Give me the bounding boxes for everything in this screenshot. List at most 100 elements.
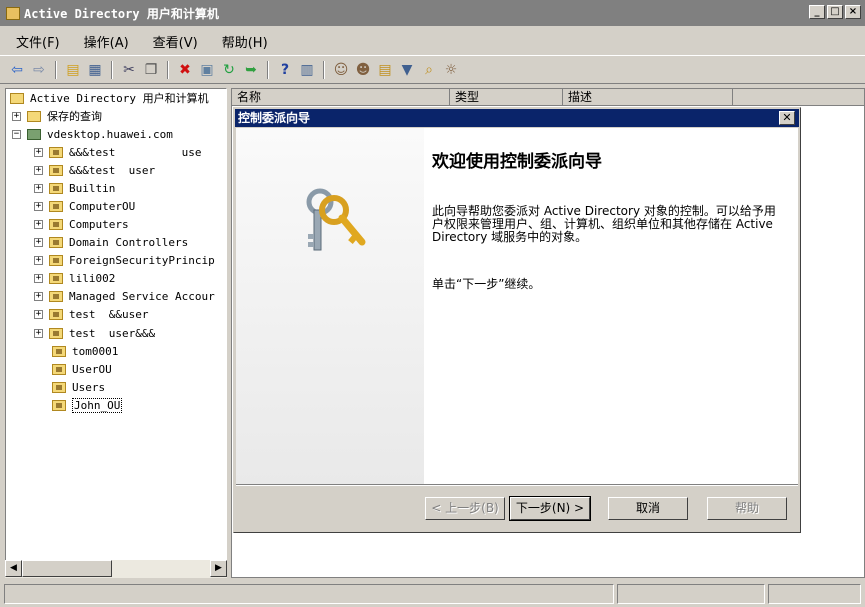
column-header-blank: [733, 89, 864, 106]
dialog-title: 控制委派向导: [238, 111, 311, 125]
delete-icon[interactable]: ✖: [176, 61, 194, 79]
delegate-icon[interactable]: ☼: [442, 61, 460, 79]
wizard-hint: 单击“下一步”继续。: [432, 277, 541, 291]
tree-ou-item[interactable]: John_OU: [52, 396, 123, 414]
expand-icon[interactable]: +: [34, 201, 43, 211]
minimize-button[interactable]: _: [809, 5, 825, 19]
window-title: Active Directory 用户和计算机: [24, 6, 219, 21]
tree-saved-queries-label: 保存的查询: [47, 110, 102, 123]
keys-icon: [306, 188, 366, 251]
new-user-icon[interactable]: ☺: [332, 61, 350, 79]
scroll-left-icon[interactable]: ◀: [5, 560, 22, 577]
expand-icon[interactable]: +: [34, 274, 43, 284]
close-button[interactable]: ×: [845, 5, 861, 19]
expand-icon[interactable]: +: [34, 256, 43, 266]
wizard-heading: 欢迎使用控制委派向导: [432, 152, 602, 172]
tree-ou-label: ComputerOU: [69, 199, 136, 213]
help-button[interactable]: 帮助: [707, 497, 787, 520]
tree-ou-item[interactable]: + &&&test user: [34, 161, 155, 179]
tree-ou-item[interactable]: Users: [52, 378, 105, 396]
refresh-icon[interactable]: ↻: [220, 61, 238, 79]
menu-action[interactable]: 操作(A): [68, 32, 137, 51]
dialog-separator: [236, 484, 798, 486]
up-folder-icon[interactable]: ▤: [64, 61, 82, 79]
tree-ou-label: Computers: [69, 217, 129, 231]
copy-icon[interactable]: ❐: [142, 61, 160, 79]
tree-ou-item[interactable]: + Computers: [34, 215, 129, 233]
ou-folder-icon: [49, 218, 63, 230]
tree-domain-label: vdesktop.huawei.com: [47, 127, 173, 141]
tree-ou-item[interactable]: + test user&&&: [34, 324, 155, 342]
maximize-button[interactable]: □: [827, 5, 843, 19]
console-tree-icon[interactable]: ▦: [86, 61, 104, 79]
cancel-button[interactable]: 取消: [608, 497, 688, 520]
tree-domain[interactable]: − vdesktop.huawei.com: [12, 125, 173, 143]
expand-icon[interactable]: +: [34, 219, 43, 229]
next-button[interactable]: 下一步(N) >: [509, 496, 591, 521]
collapse-icon[interactable]: −: [12, 129, 21, 139]
new-ou-icon[interactable]: ▤: [376, 61, 394, 79]
expand-icon[interactable]: +: [34, 147, 43, 157]
export-icon[interactable]: ➥: [242, 61, 260, 79]
scroll-right-icon[interactable]: ▶: [210, 560, 227, 577]
tree-ou-label: test &&user: [69, 308, 149, 322]
ou-folder-icon: [52, 381, 66, 393]
column-header-type[interactable]: 类型: [450, 89, 563, 106]
menu-help[interactable]: 帮助(H): [206, 32, 276, 51]
tree-ou-item[interactable]: tom0001: [52, 342, 118, 360]
menu-file[interactable]: 文件(F): [0, 32, 68, 51]
tree-ou-item[interactable]: + Domain Controllers: [34, 234, 188, 252]
expand-icon[interactable]: +: [34, 238, 43, 247]
properties-icon[interactable]: ▣: [198, 61, 216, 79]
tree-saved-queries[interactable]: + 保存的查询: [12, 107, 102, 125]
back-button[interactable]: < 上一步(B): [425, 497, 505, 520]
find-icon[interactable]: ⌕: [420, 61, 438, 79]
toolbar: ⇦ ⇨ ▤ ▦ ✂ ❐ ✖ ▣ ↻ ➥ ? ▥ ☺ ☻ ▤ ▼ ⌕ ☼: [0, 55, 865, 84]
ou-folder-icon: [49, 291, 63, 303]
menu-bar: 文件(F) 操作(A) 查看(V) 帮助(H): [0, 30, 865, 52]
tree-ou-label: lili002: [69, 272, 116, 286]
tree-ou-label: ForeignSecurityPrincip: [69, 254, 215, 268]
expand-icon[interactable]: +: [34, 183, 43, 193]
tree-ou-label: John_OU: [72, 397, 123, 413]
ou-folder-icon: [49, 237, 63, 248]
ou-folder-icon: [52, 345, 66, 357]
tree-ou-item[interactable]: UserOU: [52, 360, 112, 378]
tree-ou-item[interactable]: + lili002: [34, 270, 115, 288]
menu-view[interactable]: 查看(V): [137, 32, 206, 51]
back-arrow-icon[interactable]: ⇦: [8, 61, 26, 79]
help-icon[interactable]: ?: [276, 61, 294, 79]
dialog-body: 欢迎使用控制委派向导 此向导帮助您委派对 Active Directory 对象…: [236, 128, 798, 484]
expand-icon[interactable]: +: [34, 310, 43, 320]
tree-ou-item[interactable]: + &&&test use: [34, 143, 201, 161]
scroll-thumb[interactable]: [22, 560, 112, 577]
new-group-icon[interactable]: ☻: [354, 61, 372, 79]
tree-ou-item[interactable]: + test &&user: [34, 306, 148, 324]
tree-horizontal-scrollbar[interactable]: ◀ ▶: [5, 560, 227, 578]
main-title-bar[interactable]: Active Directory 用户和计算机 _ □ ×: [0, 0, 865, 26]
tree-ou-item[interactable]: + Builtin: [34, 179, 115, 197]
dialog-close-icon[interactable]: ✕: [779, 111, 795, 125]
filter-icon[interactable]: ▼: [398, 61, 416, 79]
console-tree[interactable]: Active Directory 用户和计算机 + 保存的查询 − vdeskt…: [5, 88, 227, 578]
ou-folder-icon: [49, 327, 63, 339]
column-header-name[interactable]: 名称: [232, 89, 450, 106]
tree-ou-item[interactable]: + ForeignSecurityPrincip: [34, 252, 215, 270]
tree-ou-label: Users: [72, 380, 106, 394]
expand-icon[interactable]: +: [12, 111, 21, 121]
column-header-description[interactable]: 描述: [563, 89, 733, 106]
tree-ou-item[interactable]: + Managed Service Accour: [34, 288, 215, 306]
ou-folder-icon: [49, 273, 63, 285]
mmc-icon[interactable]: ▥: [298, 61, 316, 79]
expand-icon[interactable]: +: [34, 165, 43, 175]
forward-arrow-icon[interactable]: ⇨: [30, 61, 48, 79]
status-bar: [0, 582, 865, 607]
cut-icon[interactable]: ✂: [120, 61, 138, 79]
ou-folder-icon: [49, 255, 63, 267]
dialog-title-bar[interactable]: 控制委派向导 ✕: [235, 109, 799, 127]
expand-icon[interactable]: +: [34, 292, 43, 302]
expand-icon[interactable]: +: [34, 328, 43, 338]
tree-ou-label: Domain Controllers: [69, 236, 189, 249]
tree-ou-item[interactable]: + ComputerOU: [34, 197, 135, 215]
tree-root[interactable]: Active Directory 用户和计算机: [10, 89, 209, 107]
